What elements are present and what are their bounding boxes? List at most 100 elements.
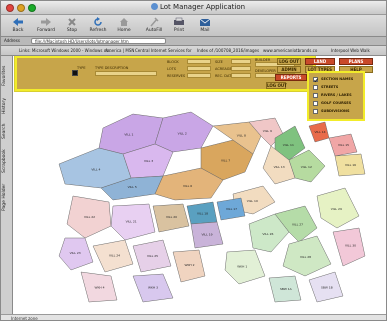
refresh-label: Refresh [89, 28, 107, 33]
lot-label: VILL 11 [283, 143, 294, 147]
size-field[interactable] [231, 59, 251, 64]
layer-label: SUBDIVISIONS [321, 109, 350, 113]
acreage-field[interactable] [231, 66, 251, 71]
checkbox-icon[interactable] [313, 77, 318, 82]
address-field[interactable]: file:///Macintosh HD/Users/lots/lotmanag… [31, 38, 166, 44]
lot-label: VILL 30 [345, 244, 356, 248]
lot-label: VILL 14 [315, 130, 326, 134]
lot-label: WKH 3 [148, 286, 158, 290]
block-field[interactable] [187, 59, 211, 64]
lot-label: WKH 2 [185, 263, 195, 267]
stop-label: Stop [66, 28, 78, 33]
type-color-swatch[interactable] [72, 70, 78, 76]
checkbox-icon[interactable] [313, 101, 318, 106]
favorite-link[interactable]: www.americanlotbrands.co [263, 48, 317, 53]
title-bar[interactable]: Lot Manager Application [1, 1, 386, 15]
lot-label: VILL 24 [109, 254, 120, 258]
lot-label: VILL 3 [144, 159, 153, 163]
back-label: Back [12, 28, 24, 33]
status-text: Internet zone [11, 316, 38, 321]
favorite-link[interactable]: Index of /100708_2016/images [197, 48, 259, 53]
reports-button[interactable]: REPORTS [275, 74, 307, 81]
lot-label: VILL 6 [183, 184, 192, 188]
layer-label: GOLF COURSES [321, 101, 352, 105]
mail-label: Mail [200, 28, 210, 33]
lot-label: VILL 18 [197, 212, 208, 216]
checkbox-icon[interactable] [313, 109, 318, 114]
layer-label: SECTION NAMES [321, 77, 354, 81]
explorer-sidebar: Favorites History Search Scrapbook Page … [1, 56, 13, 314]
lot-label: VILL 28 [300, 255, 311, 259]
forward-arrow-icon [41, 18, 51, 26]
checkbox-icon[interactable] [313, 93, 318, 98]
mail-button[interactable]: Mail [192, 17, 218, 36]
layer-label: RIVERS / LAKES [321, 93, 352, 97]
app-globe-icon [151, 3, 158, 10]
browser-toolbar: Back Forward Stop Refresh Home AutoFill … [1, 15, 386, 37]
log-out-button[interactable]: LOG OUT [266, 82, 287, 89]
type-description-field[interactable] [95, 71, 157, 76]
land-button[interactable]: LAND [305, 58, 335, 65]
refresh-icon [94, 17, 102, 26]
home-button[interactable]: Home [111, 17, 137, 36]
map-layers-panel: SECTION NAMES STREETS RIVERS / LAKES GOL… [307, 71, 365, 121]
mail-icon [199, 18, 211, 26]
lot-control-panel: TYPE TYPE DESCRIPTION BLOCK LOTS RESERVE… [15, 56, 315, 91]
lot-label: VILL 17 [226, 207, 237, 211]
plans-button[interactable]: PLANS [339, 58, 373, 65]
autofill-label: AutoFill [145, 28, 163, 33]
lot-label: VILL 27 [292, 222, 303, 226]
lots-field[interactable] [187, 66, 211, 71]
address-row: Address file:///Macintosh HD/Users/lots/… [1, 37, 386, 46]
lot-label: VILL 7 [221, 158, 230, 162]
lot-label: VILL 4 [91, 167, 100, 171]
acreage-label: ACREAGE [215, 67, 232, 71]
lot-label: VILL 26 [262, 232, 273, 236]
zoom-button[interactable] [28, 4, 36, 12]
favorite-link[interactable]: Links: Microsoft Windows 2000 - Windows … [19, 48, 111, 53]
forward-button[interactable]: Forward [33, 17, 59, 36]
log-out-button-2[interactable]: LOG OUT [277, 58, 301, 65]
back-arrow-icon [13, 18, 23, 26]
tab-favorites[interactable]: Favorites [2, 60, 11, 92]
forward-label: Forward [36, 28, 56, 33]
tab-page-holder[interactable]: Page Holder [2, 180, 11, 214]
lot-label: VILL 1 [124, 132, 133, 136]
tab-history[interactable]: History [2, 94, 11, 118]
close-button[interactable] [6, 4, 14, 12]
lot-label: VILL 25 [147, 254, 158, 258]
favorite-link[interactable]: Central Internet Services for [135, 48, 192, 53]
page-content: VILL 1 VILL 2 VILL 3 VILL 4 VILL 5 VILL 6 VILL… [13, 56, 386, 314]
favorite-link[interactable]: Interpool Web Walk [331, 48, 370, 53]
back-button[interactable]: Back [5, 17, 31, 36]
lot-label: VILL 21 [126, 220, 137, 224]
refresh-button[interactable]: Refresh [85, 17, 111, 36]
window-title: Lot Manager Application [151, 3, 245, 11]
lot-label: VILL 23 [70, 251, 81, 255]
reserves-label: RESERVES [167, 74, 186, 78]
autofill-button[interactable]: AutoFill [141, 17, 167, 36]
lot-label: VILL 29 [331, 207, 342, 211]
printer-icon [174, 17, 184, 25]
lot-label: VILL 10 [247, 199, 258, 203]
admin-button[interactable]: ADMIN [277, 66, 301, 73]
print-button[interactable]: Print [166, 17, 192, 36]
minimize-button[interactable] [17, 4, 25, 12]
stop-x-icon [68, 18, 76, 26]
stop-button[interactable]: Stop [59, 17, 85, 36]
type-description-label: TYPE DESCRIPTION [95, 66, 129, 70]
lot-label: VILL 19 [202, 233, 213, 237]
lot-label: VILL 20 [166, 215, 177, 219]
type-label: TYPE [77, 66, 86, 70]
lot-label: VILL 9 [263, 129, 272, 133]
rec-date-field[interactable] [231, 73, 251, 78]
lot-label: VILL 12 [301, 165, 312, 169]
reserves-field[interactable] [187, 73, 211, 78]
lot-label: VILL 16 [345, 163, 356, 167]
tab-scrapbook[interactable]: Scrapbook [2, 144, 11, 178]
tab-search[interactable]: Search [2, 120, 11, 142]
favorite-link[interactable]: America | MSN [105, 48, 134, 53]
lot-label: WKH 4 [95, 286, 105, 290]
checkbox-icon[interactable] [313, 85, 318, 90]
lot-label: VILL 2 [178, 131, 187, 135]
